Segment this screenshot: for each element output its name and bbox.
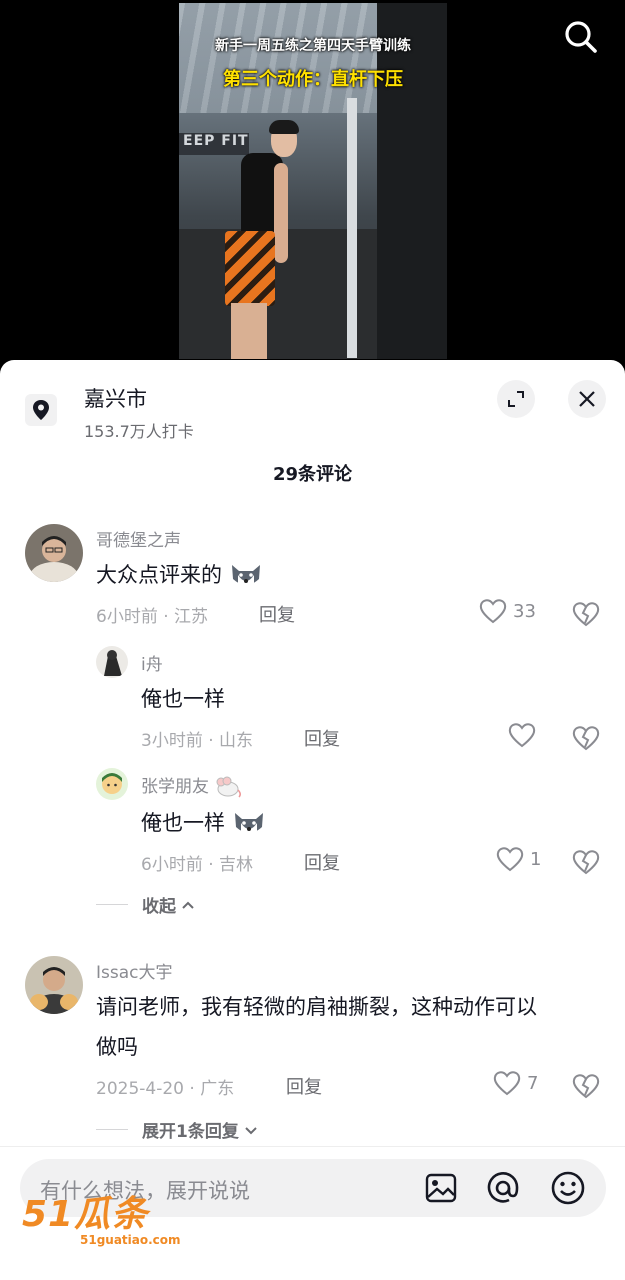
- reply-username[interactable]: 张学朋友: [141, 772, 242, 798]
- expand-label: 展开1条回复: [142, 1122, 239, 1142]
- watermark-main: 51瓜条: [22, 1194, 149, 1235]
- person-legs: [231, 303, 267, 359]
- collapse-label: 收起: [142, 897, 176, 917]
- like-count: 33: [513, 600, 536, 622]
- avatar[interactable]: [25, 956, 83, 1014]
- like-button[interactable]: [508, 722, 542, 748]
- comment-input-bar: 有什么想法，展开说说 51瓜条 51guatiao.com: [0, 1146, 625, 1280]
- person-hair: [269, 120, 299, 134]
- expand-button[interactable]: [497, 380, 535, 418]
- image-icon[interactable]: [422, 1169, 460, 1207]
- video-caption-title: 新手一周五练之第四天手臂训练: [215, 38, 411, 54]
- expand-replies-button[interactable]: 展开1条回复: [96, 1117, 259, 1142]
- collapse-replies-button[interactable]: 收起: [96, 892, 196, 917]
- heart-icon: [496, 847, 524, 872]
- reply-time-location: 3小时前 · 山东: [141, 731, 254, 751]
- gym-sign: EEP FIT: [179, 133, 249, 155]
- comment-username[interactable]: Issac大宇: [96, 958, 173, 983]
- person-shorts: [225, 231, 275, 306]
- reply-text: 俺也一样: [141, 802, 266, 844]
- chevron-up-icon: [182, 901, 194, 909]
- location-title[interactable]: 嘉兴市: [84, 383, 147, 413]
- broken-heart-icon[interactable]: [572, 724, 600, 752]
- video-caption-subtitle: 第三个动作：直杆下压: [223, 69, 403, 90]
- husky-emoji-icon: [234, 813, 263, 834]
- reply-button[interactable]: 回复: [304, 849, 340, 875]
- comment-text-content: 大众点评来的: [96, 563, 222, 587]
- like-button[interactable]: 7: [493, 1070, 538, 1096]
- expand-icon: [508, 391, 524, 407]
- comment-time-location: 2025-4-20 · 广东: [96, 1079, 235, 1099]
- at-icon[interactable]: [484, 1169, 522, 1207]
- location-checkins: 153.7万人打卡: [84, 422, 194, 441]
- reply-text: 俺也一样: [141, 687, 225, 711]
- husky-emoji-icon: [231, 565, 260, 586]
- reply-time-location: 6小时前 · 吉林: [141, 855, 254, 875]
- broken-heart-icon[interactable]: [572, 1072, 600, 1100]
- mouse-emoji-icon: [216, 776, 242, 798]
- reply-username[interactable]: i舟: [141, 650, 163, 675]
- close-icon: [579, 391, 595, 407]
- person-arm: [274, 163, 288, 263]
- comment-username[interactable]: 哥德堡之声: [96, 526, 181, 551]
- heart-icon: [508, 723, 536, 748]
- heart-icon: [493, 1071, 521, 1096]
- comment-text-line1: 请问老师，我有轻微的肩袖撕裂，这种动作可以: [96, 995, 537, 1019]
- reply-button[interactable]: 回复: [304, 725, 340, 751]
- watermark-sub: 51guatiao.com: [80, 1233, 181, 1247]
- like-button[interactable]: 1: [496, 846, 541, 872]
- divider-line: [96, 904, 128, 905]
- emoji-icon[interactable]: [549, 1169, 587, 1207]
- like-count: 7: [527, 1072, 539, 1094]
- comment-sheet: 嘉兴市 153.7万人打卡 29条评论 哥德堡之声 大众点评来的 6小时前 · …: [0, 360, 625, 1280]
- avatar[interactable]: [25, 524, 83, 582]
- reply-username-text: 张学朋友: [141, 777, 209, 797]
- search-icon[interactable]: [562, 18, 600, 56]
- comment-time-location: 6小时前 · 江苏: [96, 607, 209, 627]
- machine-pole: [347, 98, 357, 358]
- video-frame[interactable]: EEP FIT 新手一周五练之第四天手臂训练 第三个动作：直杆下压: [179, 3, 447, 359]
- comment-count: 29条评论: [272, 464, 353, 485]
- video-player[interactable]: EEP FIT 新手一周五练之第四天手臂训练 第三个动作：直杆下压: [0, 0, 625, 362]
- chevron-down-icon: [245, 1126, 257, 1134]
- like-count: 1: [530, 848, 542, 870]
- avatar[interactable]: [96, 646, 128, 678]
- comment-text-line2: 做吗: [96, 1035, 138, 1059]
- broken-heart-icon[interactable]: [572, 848, 600, 876]
- location-row[interactable]: 嘉兴市 153.7万人打卡: [0, 360, 625, 448]
- watermark-logo: 51瓜条 51guatiao.com: [22, 1185, 181, 1247]
- comment-text: 大众点评来的: [96, 554, 263, 596]
- close-button[interactable]: [568, 380, 606, 418]
- reply-button[interactable]: 回复: [259, 601, 295, 627]
- cable-machine: [377, 3, 447, 359]
- reply-button[interactable]: 回复: [286, 1073, 322, 1099]
- avatar[interactable]: [96, 768, 128, 800]
- broken-heart-icon[interactable]: [572, 600, 600, 628]
- location-pin-icon: [25, 394, 57, 426]
- like-button[interactable]: 33: [479, 598, 536, 624]
- divider-line: [96, 1129, 128, 1130]
- heart-icon: [479, 599, 507, 624]
- reply-text-content: 俺也一样: [141, 811, 225, 835]
